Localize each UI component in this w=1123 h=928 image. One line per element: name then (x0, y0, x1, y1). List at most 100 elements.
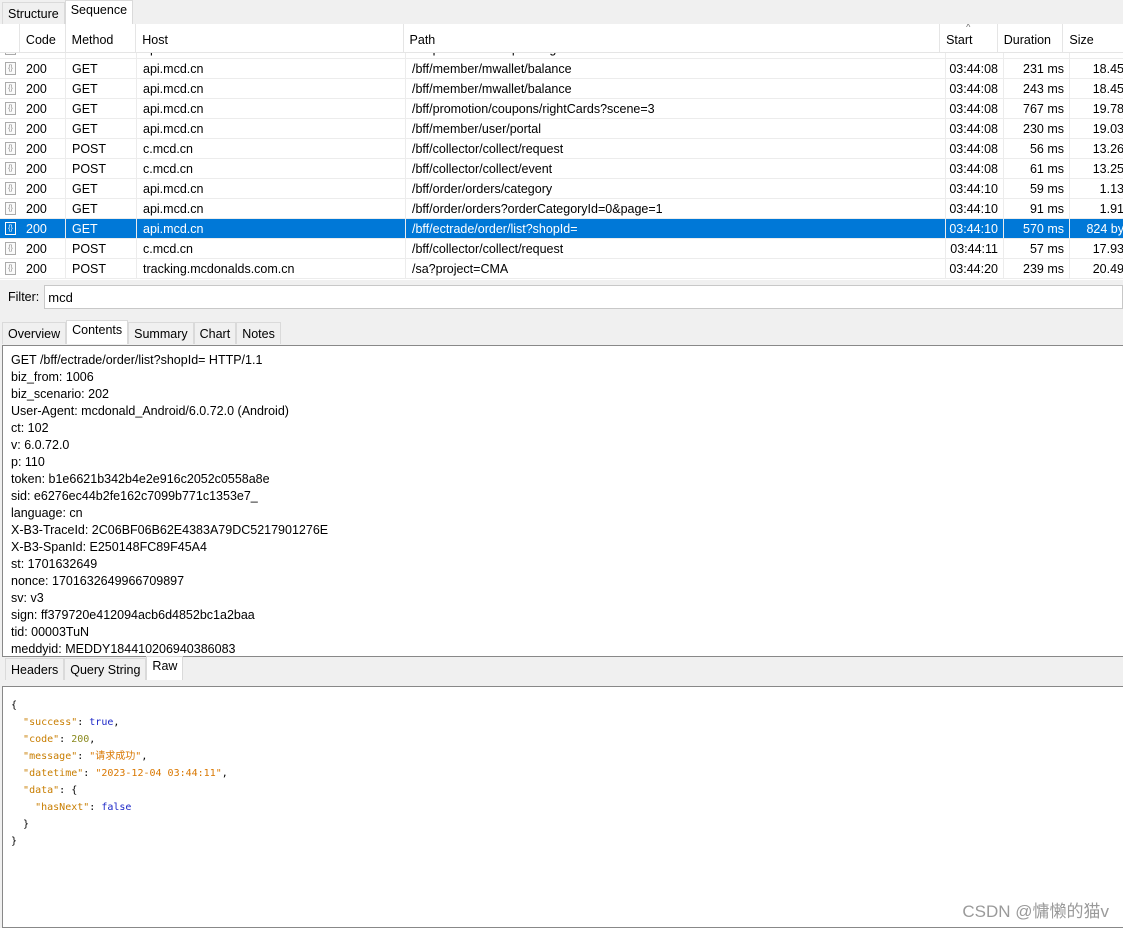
json-code: 200 (71, 734, 90, 745)
json-datetime: "2023-12-04 03:44:11" (95, 768, 222, 779)
header-path[interactable]: Path (404, 24, 941, 53)
table-row[interactable]: {} 200 GET api.mcd.cn/bff/order/orders?orde… (0, 198, 1123, 219)
cell-host: api.mcd.cn (137, 198, 406, 219)
cell-method: GET (66, 218, 137, 239)
cell-size: 20.49 (1070, 259, 1123, 279)
cell-duration: 56 ms (1004, 138, 1070, 159)
cell-host: api.mcd.cn (137, 78, 406, 99)
cell-code: 200 (20, 158, 66, 179)
table-row[interactable]: {} 200 GET api.mcd.cn/bff/member/mwallet/ba… (0, 78, 1123, 99)
header-line: X-B3-TraceId: 2C06BF06B62E4383A79DC52179… (11, 523, 329, 537)
cell-size: 824 by (1070, 219, 1123, 239)
cell-size: 19.78 (1070, 99, 1123, 119)
json-file-icon: {} (0, 79, 20, 99)
json-file-icon: {} (0, 119, 20, 139)
cell-code: 200 (20, 178, 66, 199)
header-size[interactable]: Size (1063, 24, 1123, 53)
header-method[interactable]: Method (66, 24, 137, 53)
table-row[interactable]: {} 200 GET api.mcd.cn/bff/member/mwallet/ba… (0, 58, 1123, 79)
tab-query-string[interactable]: Query String (64, 658, 147, 680)
json-file-icon: {} (0, 199, 20, 219)
header-start-label: Start (946, 33, 973, 47)
cell-duration: 91 ms (1004, 198, 1070, 219)
top-tabs: Structure Sequence (2, 0, 134, 24)
cell-path: /bff/promotion/coupons/rightCards?scene=… (406, 98, 946, 119)
table-row[interactable]: {} 200 GET api.mcd.cn/bff/ectrade/order/lis… (0, 218, 1123, 239)
table-row[interactable]: {} 200 POST c.mcd.cn/bff/collector/collect/… (0, 238, 1123, 259)
cell-start: 03:44:11 (946, 238, 1004, 259)
cell-method: POST (66, 138, 137, 159)
tab-overview[interactable]: Overview (2, 322, 67, 344)
header-duration[interactable]: Duration (998, 24, 1064, 53)
cell-size: 1.91 (1070, 199, 1123, 219)
cell-start: 03:44:08 (946, 118, 1004, 139)
cell-method: POST (66, 238, 137, 259)
cell-method: GET (66, 78, 137, 99)
cell-host: api.mcd.cn (137, 118, 406, 139)
cell-duration: 230 ms (1004, 118, 1070, 139)
table-header: Code Method Host Path ^ Start Duration Si… (0, 24, 1123, 53)
header-code[interactable]: Code (20, 24, 66, 53)
table-row[interactable]: {}200GETapi.mcd.cn/bff/promotion/coupons… (0, 98, 1123, 119)
tab-raw[interactable]: Raw (146, 656, 184, 680)
cell-host: api.mcd.cn (137, 178, 406, 199)
response-tabs: Headers Query String Raw (5, 656, 184, 680)
request-headers-text[interactable]: GET /bff/ectrade/order/list?shopId= HTTP… (2, 345, 1123, 657)
cell-start: 03:44:08 (946, 78, 1004, 99)
json-file-icon: {} (0, 59, 20, 79)
tab-sequence[interactable]: Sequence (64, 0, 134, 24)
table-row[interactable]: {} 200 GET api.mcd.cn/bff/order/orders/cate… (0, 178, 1123, 199)
tab-summary[interactable]: Summary (128, 322, 194, 344)
header-line: biz_scenario: 202 (11, 387, 109, 401)
table-row[interactable]: {} 200 POST c.mcd.cn/bff/collector/collect/… (0, 138, 1123, 159)
json-success: true (89, 717, 114, 728)
header-line: sign: ff379720e412094acb6d4852bc1a2baa (11, 608, 255, 622)
cell-size: 17.93 (1070, 239, 1123, 259)
table-row[interactable]: {} 200 POST c.mcd.cn/bff/collector/collect/… (0, 158, 1123, 179)
json-file-icon: {} (0, 259, 20, 279)
cell-size: 18.45 (1070, 59, 1123, 79)
cell-code: 200 (20, 198, 66, 219)
table-row[interactable]: {} 200 POST tracking.mcdonalds.com.cn/sa?pr… (0, 258, 1123, 279)
cell-duration: 57 ms (1004, 238, 1070, 259)
tab-structure[interactable]: Structure (2, 2, 65, 24)
tab-contents[interactable]: Contents (66, 320, 129, 344)
header-line: tid: 00003TuN (11, 625, 90, 639)
header-line: nonce: 1701632649966709897 (11, 574, 185, 588)
cell-method: POST (66, 158, 137, 179)
cell-start: 03:44:10 (946, 218, 1004, 239)
json-file-icon: {} (0, 239, 20, 259)
header-start[interactable]: ^ Start (940, 24, 998, 53)
cell-duration: 59 ms (1004, 178, 1070, 199)
response-body[interactable]: { "success": true, "code": 200, "message… (2, 686, 1123, 928)
cell-size: 1.13 (1070, 179, 1123, 199)
header-line: sv: v3 (11, 591, 44, 605)
cell-path: /sa?project=CMA (406, 258, 946, 279)
header-line: GET /bff/ectrade/order/list?shopId= HTTP… (11, 353, 263, 367)
cell-method: GET (66, 178, 137, 199)
cell-duration: 231 ms (1004, 58, 1070, 79)
cell-start: 03:44:08 (946, 58, 1004, 79)
cell-duration: 61 ms (1004, 158, 1070, 179)
cell-method: GET (66, 118, 137, 139)
header-line: X-B3-SpanId: E250148FC89F45A4 (11, 540, 207, 554)
json-file-icon: {} (0, 179, 20, 199)
cell-code: 200 (20, 98, 66, 119)
cell-method: GET (66, 98, 137, 119)
filter-input[interactable] (44, 285, 1123, 309)
header-line: st: 1701632649 (11, 557, 98, 571)
cell-path: /bff/order/orders?orderCategoryId=0&page… (406, 198, 946, 219)
tab-notes[interactable]: Notes (236, 322, 281, 344)
cell-path: /bff/member/mwallet/balance (406, 78, 946, 99)
json-file-icon: {} (0, 99, 20, 119)
inspector-tabs: Overview Contents Summary Chart Notes (2, 320, 281, 344)
cell-start: 03:44:08 (946, 158, 1004, 179)
header-host[interactable]: Host (136, 24, 404, 53)
cell-method: GET (66, 198, 137, 219)
tab-headers[interactable]: Headers (5, 658, 65, 680)
table-row[interactable]: {} 200 GET api.mcd.cn/bff/member/user/porta… (0, 118, 1123, 139)
json-message: "请求成功" (89, 751, 142, 762)
filter-label: Filter: (8, 290, 40, 304)
tab-chart[interactable]: Chart (193, 322, 237, 344)
cell-host: api.mcd.cn (137, 218, 406, 239)
